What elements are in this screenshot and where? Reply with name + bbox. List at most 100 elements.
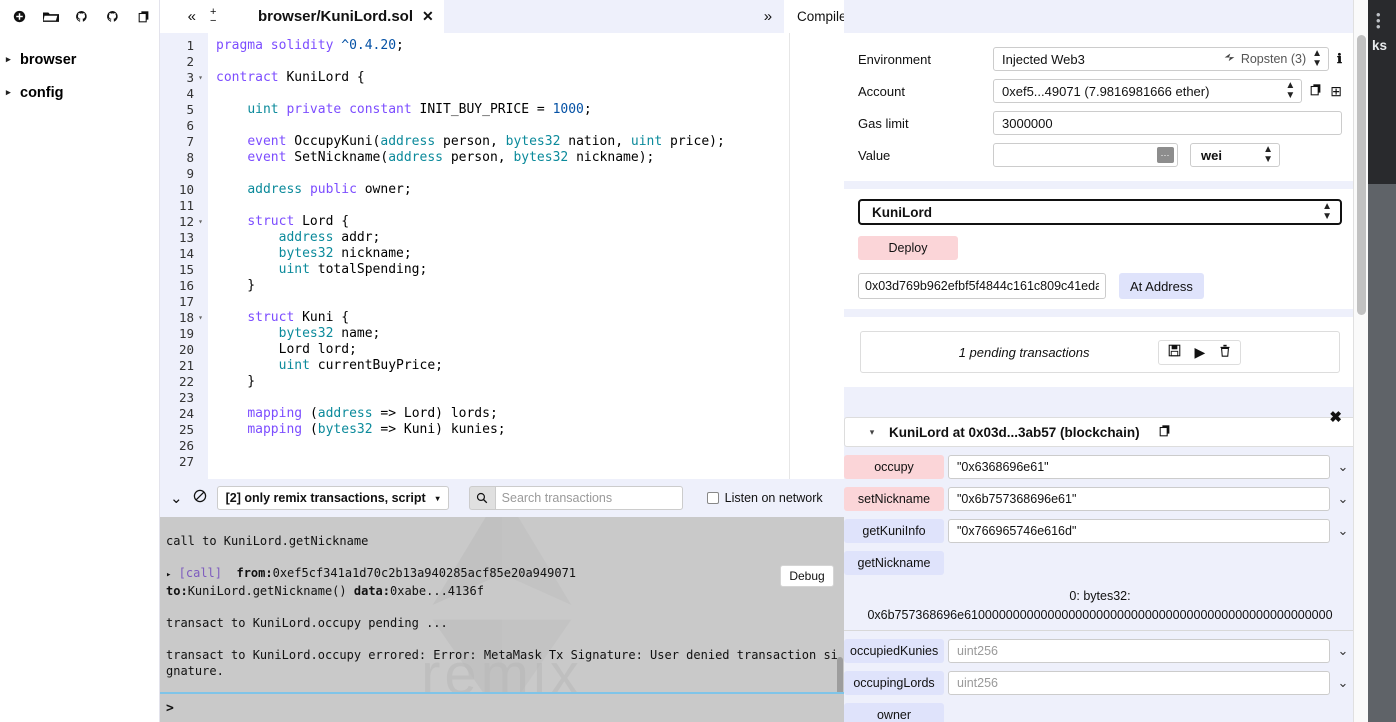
stepper-icon[interactable]: ▲ ▼ [1285,81,1295,101]
gas-limit-input[interactable] [993,111,1342,135]
function-button-occupy[interactable]: occupy [844,455,944,479]
function-input-occupy[interactable] [948,455,1330,479]
instance-header[interactable]: ▾ KuniLord at 0x03d...3ab57 (blockchain) [844,417,1356,447]
editor-toolbar: « + − [160,0,244,33]
fold-toggle-icon[interactable]: ▾ [196,70,205,86]
line-number: 14 [178,246,194,261]
log-filter-label: [2] only remix transactions, script [225,491,426,505]
terminal-prompt[interactable]: > [160,692,844,722]
code-line: 10 address public owner; [160,182,844,198]
plug-icon [1223,52,1236,66]
log-filter-select[interactable]: [2] only remix transactions, script ▾ [216,486,449,510]
chevron-double-right-icon[interactable]: » [760,8,784,25]
expand-icon[interactable]: ▸ [166,570,171,580]
open-folder-icon[interactable] [35,3,66,31]
account-select[interactable]: 0xef5...49071 (7.9816981666 ether) ▲ ▼ [993,79,1303,103]
log-line-call: ▸ [call] from:0xef5cf341a1d70c2b13a94028… [166,565,838,583]
browser-menu-icon[interactable]: • • • [1376,8,1381,33]
function-button-getnickname[interactable]: getNickname [844,551,944,575]
environment-card: Environment Injected Web3 Ropsten (3) ▲ ▼… [844,33,1356,181]
line-number: 5 [186,102,194,117]
search-input[interactable] [494,486,683,510]
line-number: 16 [178,278,194,293]
value-unit-label: wei [1201,147,1222,163]
code-line: 16 } [160,278,844,294]
value-stepper-icon[interactable]: ⋯ [1157,147,1174,163]
tab-kunilord-sol[interactable]: browser/KuniLord.sol ✕ [244,0,444,33]
code-text: bytes32 nickname; [278,246,412,261]
line-number: 4 [186,86,194,101]
at-address-button[interactable]: At Address [1119,273,1204,299]
close-icon[interactable]: ✕ [422,8,434,25]
result-value: 0x6b757368696e61000000000000000000000000… [867,608,1333,622]
gist-publish-icon[interactable] [97,3,128,31]
contract-select[interactable]: KuniLord ▲ ▼ [858,199,1342,225]
contract-function-row: occupingLords⌄ [844,671,1356,695]
listen-on-network-checkbox[interactable] [706,492,719,504]
code-line: 6 [160,118,844,134]
code-line: 8 event SetNickname(address person, byte… [160,150,844,166]
code-lines: 1 pragma solidity ^0.4.20; 2 3 ▾ contract Kun… [160,38,844,470]
file-tree-item-config[interactable]: ▸ config [0,76,159,109]
github-publish-icon[interactable] [66,3,97,31]
function-input-occupinglords[interactable] [948,671,1330,695]
page-scrollbar-thumb[interactable] [1357,35,1366,315]
file-tree-item-browser[interactable]: ▸ browser [0,43,159,76]
close-instance-icon[interactable]: ✖ [1329,408,1342,426]
result-divider [844,630,1356,631]
line-number: 23 [178,390,194,405]
from-label: from: [236,566,273,580]
environment-select[interactable]: Injected Web3 Ropsten (3) ▲ ▼ [993,47,1330,71]
code-text: Lord lord; [216,342,357,357]
function-input-setnickname[interactable] [948,487,1330,511]
at-address-input[interactable] [858,273,1106,299]
code-line: 1 pragma solidity ^0.4.20; [160,38,844,54]
contract-function-row: owner [844,703,1356,722]
fold-toggle-icon[interactable]: ▾ [196,310,205,326]
collapse-panel-icon[interactable]: « [188,9,196,24]
contract-function-row: occupiedKunies⌄ [844,639,1356,663]
line-number: 3 [186,70,194,85]
prompt-caret: > [166,700,174,716]
deploy-button[interactable]: Deploy [858,236,958,260]
code-line: 12 ▾ struct Lord { [160,214,844,230]
chevron-down-icon[interactable]: ▾ [855,427,889,438]
function-button-setnickname[interactable]: setNickname [844,487,944,511]
copy-icon[interactable] [1309,83,1323,100]
info-icon[interactable]: ℹ [1337,51,1342,67]
code-text: pragma solidity ^0.4.20; [216,38,404,53]
function-button-owner[interactable]: owner [844,703,944,722]
chevron-right-icon: ▸ [6,54,11,64]
function-input-getkuniinfo[interactable] [948,519,1330,543]
trash-icon[interactable] [1219,344,1231,360]
collapse-terminal-icon[interactable]: ⌄ [170,489,183,507]
file-tree-item-label: config [20,84,64,101]
debug-button[interactable]: Debug [780,565,834,587]
function-input-occupiedkunies[interactable] [948,639,1330,663]
copy-address-icon[interactable] [1158,424,1172,441]
line-number: 24 [178,406,194,421]
play-icon[interactable]: ▶ [1195,344,1206,361]
font-size-controls[interactable]: + − [210,6,216,26]
environment-label: Environment [858,51,931,67]
clear-console-icon[interactable] [193,489,207,507]
function-button-occupiedkunies[interactable]: occupiedKunies [844,639,944,663]
stepper-icon[interactable]: ▲ ▼ [1312,49,1322,69]
function-button-occupinglords[interactable]: occupingLords [844,671,944,695]
save-icon[interactable] [1168,344,1181,360]
terminal-console[interactable]: remix logs: 1 hash:0x16f7...90005call to… [160,517,844,722]
page-scrollbar[interactable] [1353,0,1368,722]
fold-toggle-icon[interactable]: ▾ [196,214,205,230]
code-editor[interactable]: 1 pragma solidity ^0.4.20; 2 3 ▾ contract Kun… [160,33,844,479]
search-icon[interactable] [468,486,495,510]
copy-files-icon[interactable] [128,3,159,31]
add-account-icon[interactable]: ⊞ [1330,83,1342,100]
create-file-icon[interactable] [4,3,35,31]
line-number: 20 [178,342,194,357]
zoom-out-icon[interactable]: − [210,15,216,26]
value-input[interactable] [993,143,1178,167]
line-number: 19 [178,326,194,341]
listen-on-network-label: Listen on network [724,491,823,505]
function-button-getkuniinfo[interactable]: getKuniInfo [844,519,944,543]
value-unit-select[interactable]: wei ▲ ▼ [1190,143,1280,167]
